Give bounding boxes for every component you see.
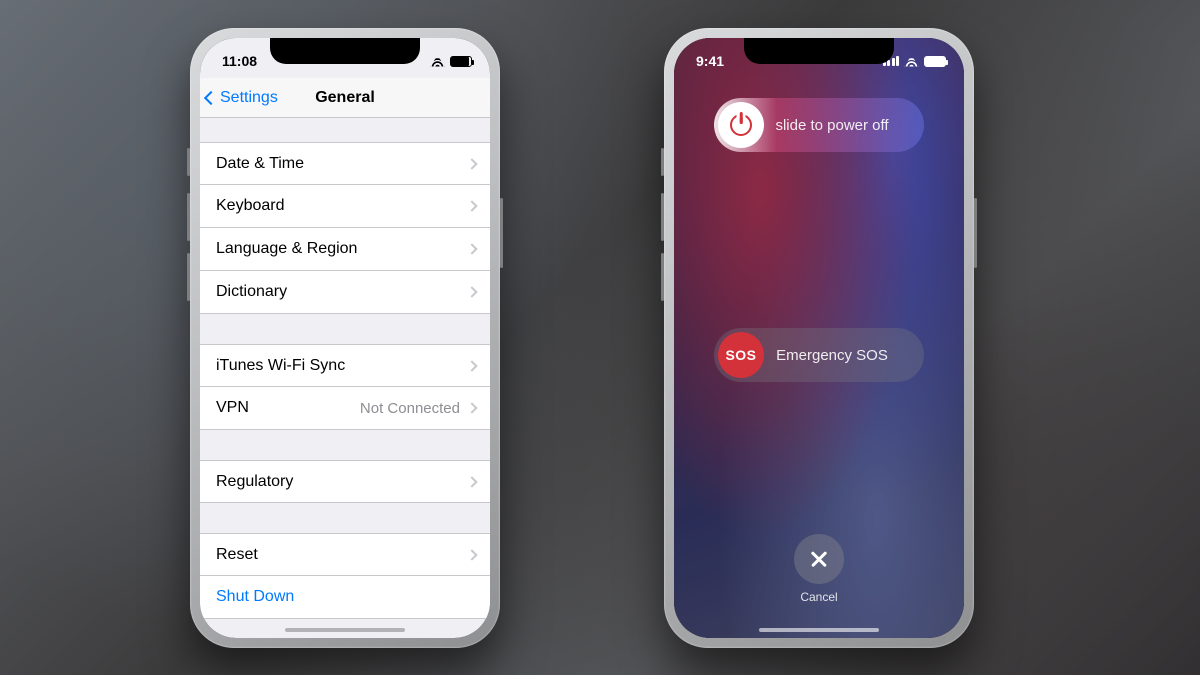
nav-title: General <box>315 89 375 107</box>
volume-up <box>187 193 190 241</box>
emergency-sos-slider[interactable]: SOS Emergency SOS <box>714 328 924 382</box>
cell-label: Reset <box>216 546 258 564</box>
cell-right <box>468 245 476 253</box>
cell-right <box>468 551 476 559</box>
wifi-icon <box>904 56 919 67</box>
sos-label: Emergency SOS <box>764 347 920 364</box>
group-gap <box>200 430 490 460</box>
settings-group: Regulatory <box>200 460 490 503</box>
stage: 11:08 Settings General Date & Time Keyboa… <box>0 0 1200 675</box>
cancel-label: Cancel <box>800 590 837 604</box>
volume-up <box>661 193 664 241</box>
power-icon <box>730 114 752 136</box>
settings-group: iTunes Wi-Fi Sync VPN Not Connected <box>200 344 490 430</box>
cell-right <box>468 362 476 370</box>
cell-right <box>468 160 476 168</box>
cell-right <box>468 478 476 486</box>
chevron-right-icon <box>466 286 477 297</box>
cell-label: Dictionary <box>216 283 287 301</box>
settings-group: Date & Time Keyboard Language & Region Dict… <box>200 142 490 314</box>
notch <box>270 38 420 64</box>
settings-cell[interactable]: Dictionary <box>200 271 490 314</box>
chevron-right-icon <box>466 476 477 487</box>
cell-detail: Not Connected <box>360 400 460 417</box>
settings-list[interactable]: Date & Time Keyboard Language & Region Dict… <box>200 118 490 638</box>
cell-label: Keyboard <box>216 197 285 215</box>
phone-left: 11:08 Settings General Date & Time Keyboa… <box>190 28 500 648</box>
status-right <box>430 56 472 67</box>
back-label: Settings <box>220 89 278 107</box>
cell-label: Regulatory <box>216 473 293 491</box>
status-right <box>883 56 947 67</box>
volume-down <box>661 253 664 301</box>
home-indicator[interactable] <box>759 628 879 632</box>
mute-switch <box>187 148 190 176</box>
battery-icon <box>450 56 472 67</box>
cell-label: Language & Region <box>216 240 357 258</box>
settings-group: Reset Shut Down <box>200 533 490 619</box>
mute-switch <box>661 148 664 176</box>
status-time: 11:08 <box>222 53 257 69</box>
power-off-slider[interactable]: slide to power off <box>714 98 924 152</box>
settings-cell[interactable]: Keyboard <box>200 185 490 228</box>
chevron-right-icon <box>466 549 477 560</box>
group-gap <box>200 503 490 533</box>
chevron-left-icon <box>204 90 218 104</box>
cell-right <box>468 288 476 296</box>
status-time: 9:41 <box>696 53 724 69</box>
group-gap <box>200 118 490 142</box>
cancel-button[interactable] <box>794 534 844 584</box>
volume-down <box>187 253 190 301</box>
cell-label: iTunes Wi-Fi Sync <box>216 357 345 375</box>
battery-icon <box>924 56 946 67</box>
sos-knob-label: SOS <box>725 347 756 363</box>
close-icon <box>810 550 828 568</box>
chevron-right-icon <box>466 243 477 254</box>
cell-label: VPN <box>216 399 249 417</box>
notch <box>744 38 894 64</box>
back-button[interactable]: Settings <box>206 78 278 117</box>
chevron-right-icon <box>466 200 477 211</box>
side-button <box>974 198 977 268</box>
screen-right: 9:41 slide to power off SOS Emergency SO… <box>674 38 964 638</box>
home-indicator[interactable] <box>285 628 405 632</box>
chevron-right-icon <box>466 158 477 169</box>
nav-bar: Settings General <box>200 78 490 118</box>
group-gap <box>200 314 490 344</box>
settings-cell[interactable]: Shut Down <box>200 576 490 619</box>
wifi-icon <box>430 56 445 67</box>
chevron-right-icon <box>466 402 477 413</box>
cell-label: Date & Time <box>216 155 304 173</box>
settings-cell[interactable]: iTunes Wi-Fi Sync <box>200 344 490 387</box>
settings-cell[interactable]: Regulatory <box>200 460 490 503</box>
power-off-label: slide to power off <box>764 117 920 134</box>
cancel-area: Cancel <box>794 534 844 604</box>
settings-cell[interactable]: VPN Not Connected <box>200 387 490 430</box>
cell-right: Not Connected <box>360 400 476 417</box>
chevron-right-icon <box>466 360 477 371</box>
settings-cell[interactable]: Language & Region <box>200 228 490 271</box>
side-button <box>500 198 503 268</box>
power-off-knob[interactable] <box>718 102 764 148</box>
cell-label: Shut Down <box>216 588 294 606</box>
sos-knob[interactable]: SOS <box>718 332 764 378</box>
screen-left: 11:08 Settings General Date & Time Keyboa… <box>200 38 490 638</box>
phone-right: 9:41 slide to power off SOS Emergency SO… <box>664 28 974 648</box>
settings-cell[interactable]: Reset <box>200 533 490 576</box>
settings-cell[interactable]: Date & Time <box>200 142 490 185</box>
cell-right <box>468 202 476 210</box>
